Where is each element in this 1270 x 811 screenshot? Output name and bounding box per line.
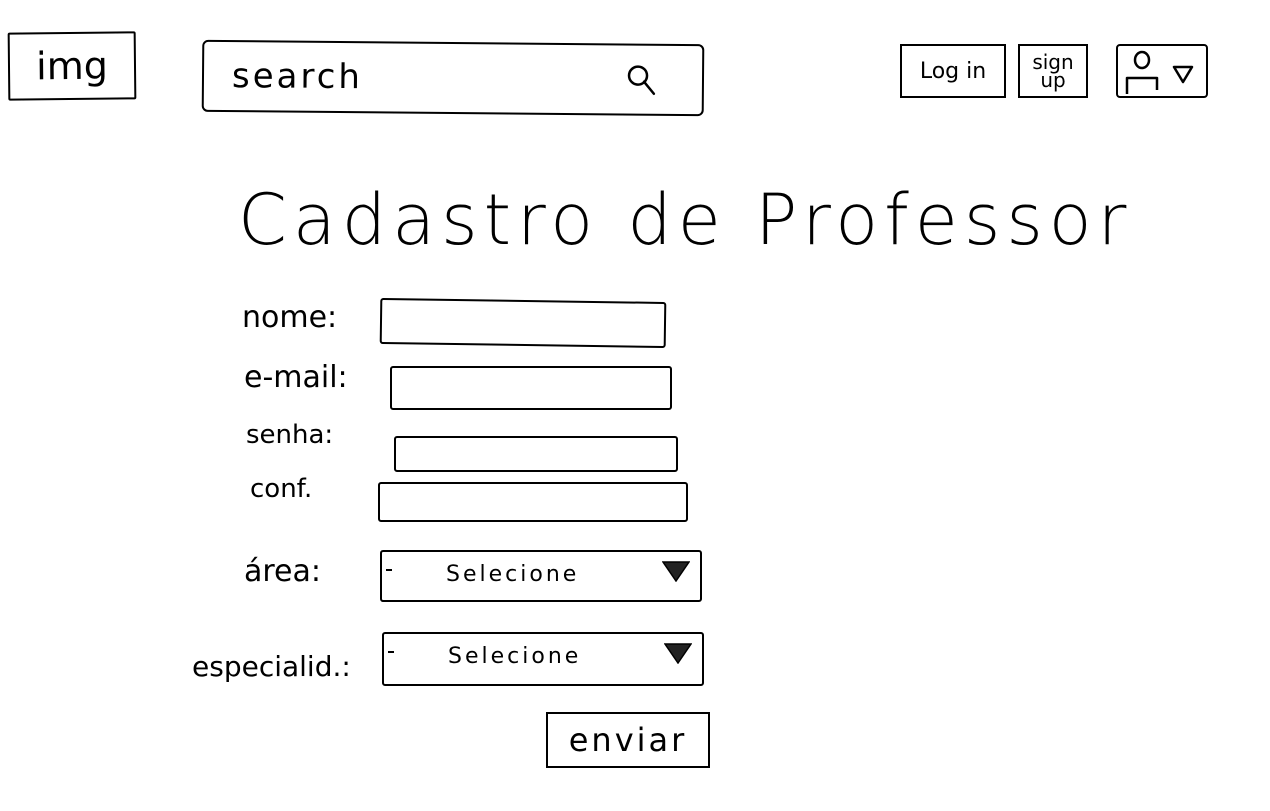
page-title: Cadastro de Professor [238,179,1133,261]
senha-label: senha: [246,420,334,450]
search-placeholder: search [231,56,364,98]
especialidade-select-value: Selecione [448,644,582,669]
tick-mark-icon [386,569,392,571]
area-select-value: Selecione [446,562,580,587]
conf-field[interactable] [378,482,688,522]
area-label: área: [244,554,322,589]
logo-placeholder[interactable]: img [7,31,137,101]
area-select[interactable]: Selecione [380,550,702,602]
avatar-icon [1125,50,1159,94]
conf-input[interactable] [380,484,686,520]
chevron-down-icon [662,561,690,582]
login-button[interactable]: Log in [900,44,1006,98]
signup-button[interactable]: sign up [1018,44,1088,98]
search-icon[interactable] [626,64,658,96]
submit-button[interactable]: enviar [546,712,710,768]
senha-field[interactable] [394,436,678,472]
nome-field[interactable] [379,298,667,348]
logo-label: img [35,43,109,89]
chevron-down-icon [664,643,692,664]
especialidade-select[interactable]: Selecione [382,632,704,686]
search-bar[interactable]: search [201,39,705,117]
email-input[interactable] [392,368,670,408]
login-label: Log in [919,58,987,84]
conf-label: conf. [250,474,313,504]
email-field[interactable] [390,366,672,410]
chevron-down-icon [1172,65,1194,84]
tick-mark-icon [388,651,394,653]
signup-label: sign up [1032,50,1074,92]
nome-input[interactable] [381,300,665,346]
profile-menu-button[interactable] [1116,44,1208,98]
especialidade-label: especialid.: [192,650,351,683]
nome-label: nome: [242,300,338,335]
email-label: e-mail: [244,360,348,395]
senha-input[interactable] [396,438,676,470]
